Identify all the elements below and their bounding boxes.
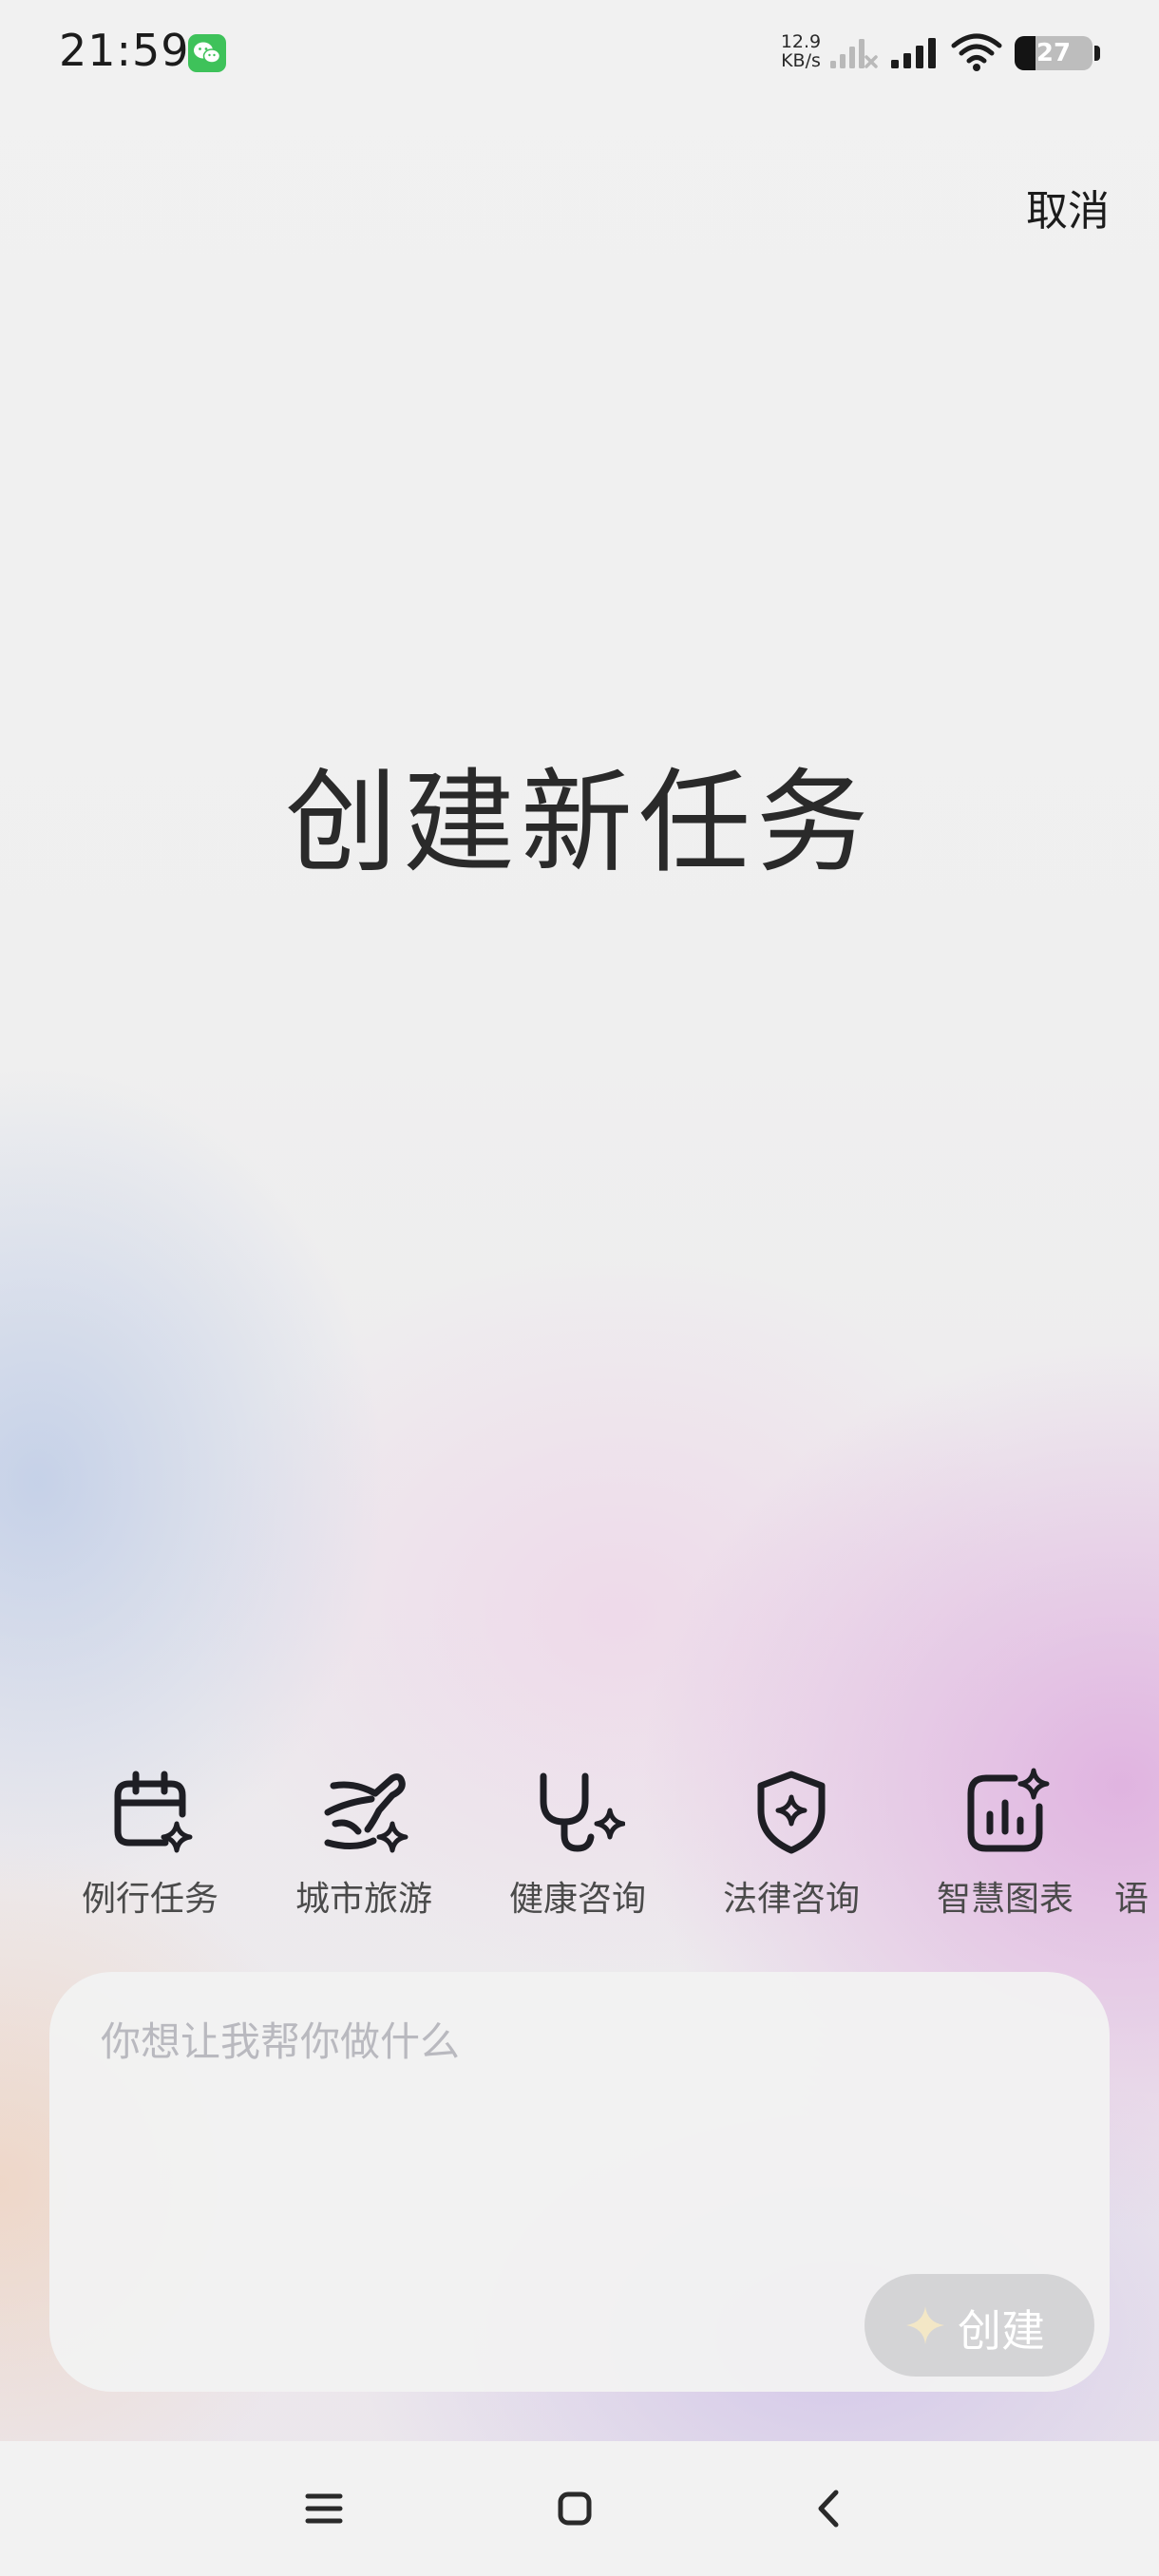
category-label: 语 — [1114, 1880, 1150, 1919]
chart-sparkle-icon — [967, 1768, 1050, 1852]
category-smart-chart[interactable]: 智慧图表 — [901, 1765, 1110, 1926]
create-label: 创建 — [958, 2305, 1045, 2357]
plane-sparkle-icon — [324, 1773, 408, 1853]
shield-sparkle-icon — [757, 1771, 826, 1854]
back-icon[interactable] — [796, 2475, 863, 2542]
category-label: 城市旅游 — [294, 1880, 432, 1919]
prompt-card: 创建 — [49, 1972, 1110, 2392]
cancel-button[interactable]: 取消 — [1026, 177, 1110, 237]
category-shortcuts[interactable]: 例行任务 城市旅游 健康咨询 法律咨询 智慧图表 语 — [0, 1765, 1159, 1926]
prompt-input[interactable] — [101, 2010, 1051, 2200]
net-speed-value: 12.9 — [780, 31, 822, 52]
battery-cap — [1094, 46, 1100, 61]
page-title: 创建新任务 — [284, 757, 874, 888]
net-speed: 12.9 KB/s — [775, 32, 826, 70]
battery-level: 27 — [1036, 39, 1072, 67]
navigation-bar — [0, 2441, 1159, 2576]
stethoscope-sparkle-icon — [540, 1772, 625, 1852]
sim-signal-off-icon — [830, 39, 878, 68]
category-city-travel[interactable]: 城市旅游 — [259, 1765, 468, 1926]
category-routine-task[interactable]: 例行任务 — [46, 1765, 255, 1926]
battery-icon: 27 — [1015, 36, 1092, 70]
cell-signal-icon — [891, 38, 936, 68]
status-time: 21:59 — [59, 25, 190, 76]
home-icon[interactable] — [542, 2475, 608, 2542]
category-label: 智慧图表 — [936, 1880, 1074, 1919]
wifi-icon — [951, 33, 1002, 71]
category-partial[interactable]: 语 — [1114, 1765, 1159, 1926]
create-button[interactable]: 创建 — [864, 2274, 1094, 2377]
calendar-sparkle-icon — [114, 1771, 193, 1853]
category-health-consult[interactable]: 健康咨询 — [473, 1765, 682, 1926]
category-legal-consult[interactable]: 法律咨询 — [687, 1765, 896, 1926]
category-label: 法律咨询 — [722, 1880, 860, 1919]
wechat-icon — [188, 34, 226, 72]
category-label: 健康咨询 — [508, 1880, 646, 1919]
status-bar: 21:59 12.9 KB/s 27 — [0, 0, 1159, 104]
category-label: 例行任务 — [81, 1880, 218, 1919]
sparkle-icon — [906, 2306, 944, 2344]
menu-icon[interactable] — [291, 2475, 357, 2542]
net-speed-unit: KB/s — [781, 50, 821, 71]
